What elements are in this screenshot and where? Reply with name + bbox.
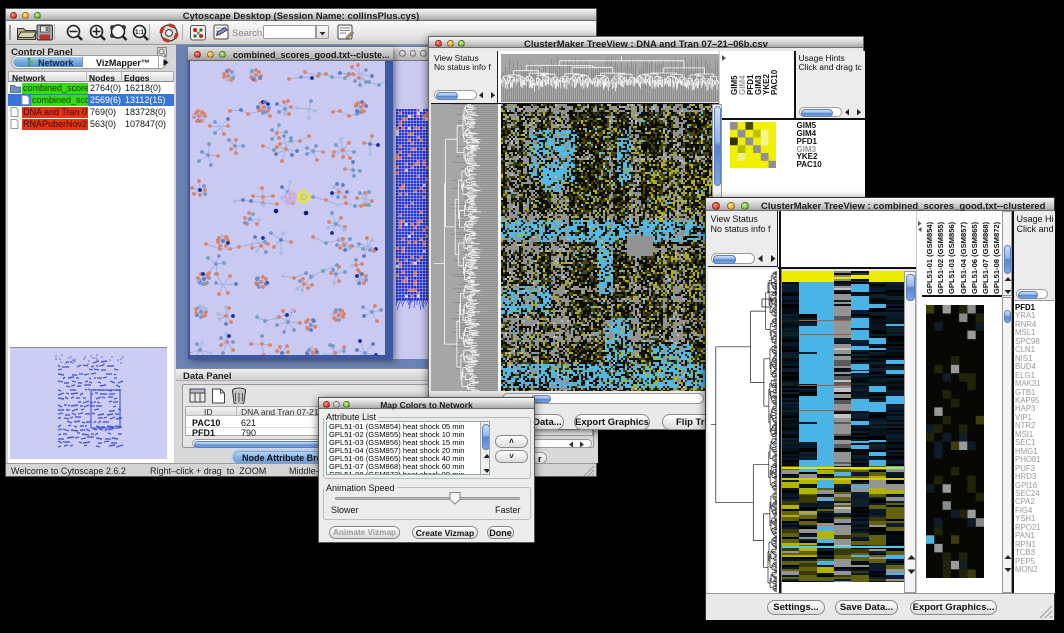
svg-text:1:1: 1:1 [135, 30, 144, 36]
